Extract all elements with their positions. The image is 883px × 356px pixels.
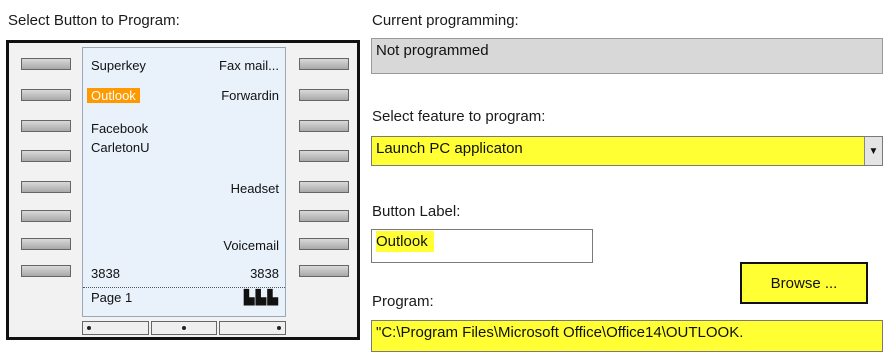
- screen-label-headset[interactable]: Headset: [231, 181, 279, 196]
- line-key-left-2[interactable]: [21, 89, 71, 101]
- line-key-right-6[interactable]: [299, 210, 349, 222]
- page-label: Page 1: [91, 290, 133, 305]
- line-key-left-5[interactable]: [21, 181, 71, 193]
- button-label-value: Outlook: [376, 231, 434, 252]
- program-path-input[interactable]: "C:\Program Files\Microsoft Office\Offic…: [371, 320, 883, 352]
- screen-extension-left: 3838: [91, 266, 120, 281]
- screen-label-superkey[interactable]: Superkey: [91, 58, 146, 73]
- page-indicator-row: Page 1 ▙▙▙: [83, 287, 285, 316]
- screen-extension-right: 3838: [250, 266, 279, 281]
- line-key-left-4[interactable]: [21, 150, 71, 162]
- line-key-left-7[interactable]: [21, 238, 71, 250]
- screen-label-voicemail[interactable]: Voicemail: [223, 238, 279, 253]
- screen-label-facebook[interactable]: Facebook: [91, 121, 148, 136]
- line-key-left-8[interactable]: [21, 265, 71, 277]
- line-key-right-3[interactable]: [299, 120, 349, 132]
- feature-select[interactable]: Launch PC applicaton ▼: [371, 136, 883, 166]
- line-key-right-8[interactable]: [299, 265, 349, 277]
- screen-label-fax-mail[interactable]: Fax mail...: [219, 58, 279, 73]
- chevron-down-icon[interactable]: ▼: [864, 137, 882, 165]
- phone-panel: Superkey Outlook Facebook CarletonU Fax …: [6, 40, 360, 340]
- button-label-input[interactable]: Outlook: [371, 229, 593, 263]
- button-label-label: Button Label:: [372, 203, 461, 220]
- phone-display: Superkey Outlook Facebook CarletonU Fax …: [82, 47, 286, 317]
- screen-label-carletonu[interactable]: CarletonU: [91, 140, 150, 155]
- line-key-left-3[interactable]: [21, 120, 71, 132]
- current-programming-value: Not programmed: [371, 38, 883, 74]
- nav-next-button[interactable]: [219, 321, 287, 335]
- browse-button[interactable]: Browse ...: [740, 262, 868, 304]
- nav-prev-button[interactable]: [82, 321, 149, 335]
- screen-label-outlook[interactable]: Outlook: [87, 88, 140, 103]
- program-label: Program:: [372, 293, 434, 310]
- line-key-left-1[interactable]: [21, 58, 71, 70]
- line-key-left-6[interactable]: [21, 210, 71, 222]
- feature-select-value: Launch PC applicaton: [376, 140, 523, 157]
- line-key-right-5[interactable]: [299, 181, 349, 193]
- page-navigation: [82, 321, 287, 335]
- line-key-right-1[interactable]: [299, 58, 349, 70]
- select-feature-label: Select feature to program:: [372, 108, 546, 125]
- screen-label-forwarding[interactable]: Forwardin: [221, 88, 279, 103]
- line-key-right-2[interactable]: [299, 89, 349, 101]
- line-key-right-4[interactable]: [299, 150, 349, 162]
- select-button-title: Select Button to Program:: [8, 12, 180, 29]
- page-icons: ▙▙▙: [243, 289, 279, 305]
- line-key-right-7[interactable]: [299, 238, 349, 250]
- current-programming-label: Current programming:: [372, 12, 519, 29]
- nav-middle-button[interactable]: [150, 321, 218, 335]
